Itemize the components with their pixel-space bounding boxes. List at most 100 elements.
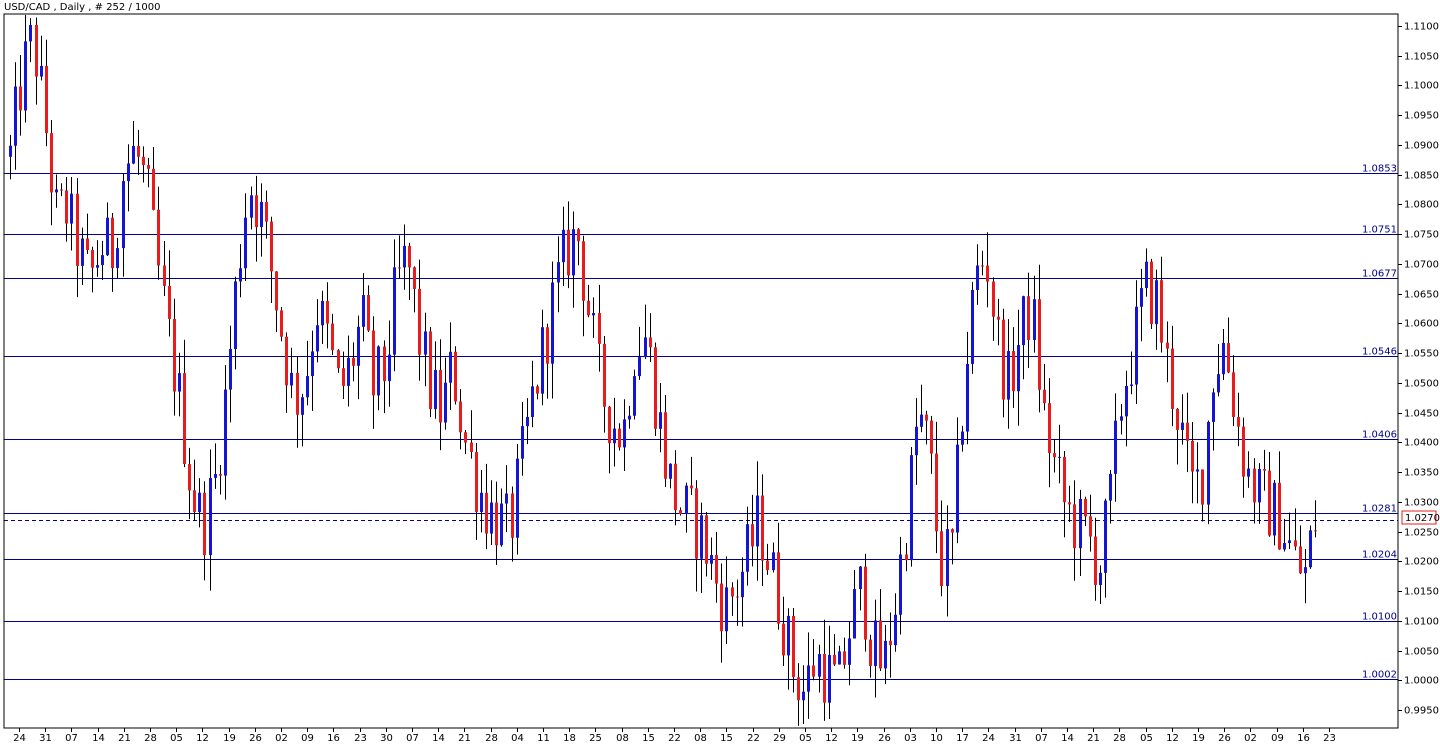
x-tick-label: 21 [118, 733, 131, 744]
candle-bear [731, 587, 734, 597]
x-tick-label: 05 [1140, 733, 1153, 744]
candle-bear [1073, 504, 1076, 549]
y-tick-label: 1.0850 [1404, 171, 1439, 182]
candle-bull [239, 268, 242, 282]
candle-bull [321, 300, 324, 326]
candle-bear [1232, 372, 1235, 417]
candle-bear [577, 229, 580, 242]
candle-bear [715, 555, 718, 584]
candle-bull [1155, 280, 1158, 325]
x-tick-label: 12 [1166, 733, 1179, 744]
x-tick-label: 16 [327, 733, 340, 744]
x-tick-label: 10 [930, 733, 943, 744]
candle-bear [940, 531, 943, 587]
candle-bull [14, 86, 17, 146]
candle-bull [127, 163, 130, 182]
candle-bull [787, 615, 790, 656]
candle-bull [40, 65, 43, 77]
candle-bull [1247, 468, 1250, 477]
candle-bull [290, 372, 293, 386]
y-tick-label: 1.0950 [1404, 111, 1439, 122]
candle-bear [567, 229, 570, 276]
candle-bull [229, 348, 232, 390]
candle-bear [1263, 469, 1266, 471]
candle-bear [337, 350, 340, 369]
candle-bear [766, 560, 769, 571]
candle-bear [608, 406, 611, 444]
candle-bull [81, 238, 84, 266]
candle-bull [1222, 342, 1225, 375]
candle-bull [1207, 421, 1210, 505]
candle-bull [669, 463, 672, 479]
candle-bear [296, 372, 299, 415]
candle-bear [864, 566, 867, 640]
candle-bull [1125, 385, 1128, 417]
x-tick-label: 24 [982, 733, 995, 744]
candle-bear [76, 193, 79, 266]
candle-bull [828, 654, 831, 703]
candle-bear [157, 209, 160, 266]
candle-bull [250, 195, 253, 218]
x-tick-label: 07 [65, 733, 78, 744]
candle-bull [244, 217, 247, 269]
candle-bear [935, 453, 938, 532]
x-tick-label: 03 [904, 733, 917, 744]
x-tick-label: 31 [39, 733, 52, 744]
candle-bull [746, 524, 749, 572]
candle-bear [797, 677, 800, 701]
candle-bull [101, 255, 104, 266]
candle-bear [398, 267, 401, 269]
candle-bull [1181, 422, 1184, 430]
x-tick-label: 12 [196, 733, 209, 744]
candle-bear [372, 330, 375, 396]
candle-bear [495, 502, 498, 546]
candle-bear [1294, 540, 1297, 547]
y-tick-label: 1.1000 [1404, 81, 1439, 92]
candle-bull [557, 262, 560, 283]
candle-bull [1212, 392, 1215, 422]
candle-bull [357, 326, 360, 366]
candle-bear [992, 281, 995, 317]
x-tick-label: 21 [458, 733, 471, 744]
x-tick-label: 24 [13, 733, 26, 744]
candle-bull [55, 189, 58, 193]
candle-bear [603, 343, 606, 407]
y-tick-label: 1.0600 [1404, 319, 1439, 330]
candle-bull [198, 492, 201, 512]
candle-bear [930, 420, 933, 454]
candle-bull [1145, 261, 1148, 289]
candle-bear [869, 639, 872, 666]
x-tick-label: 21 [1087, 733, 1100, 744]
candle-bull [1273, 482, 1276, 536]
candle-bear [782, 623, 785, 656]
candle-bull [633, 376, 636, 416]
candle-bull [301, 397, 304, 415]
candle-bull [347, 357, 350, 386]
y-tick-label: 1.0000 [1404, 676, 1439, 687]
x-tick-label: 15 [642, 733, 655, 744]
candle-bear [1160, 280, 1163, 343]
candle-bear [1237, 416, 1240, 427]
candle-bear [459, 401, 462, 433]
level-label: 1.0677 [1362, 269, 1397, 280]
candle-bear [705, 515, 708, 564]
candle-bull [592, 313, 595, 316]
candle-bull [1099, 572, 1102, 586]
x-tick-label: 29 [773, 733, 786, 744]
level-label: 1.0853 [1362, 164, 1397, 175]
x-tick-label: 14 [1061, 733, 1074, 744]
candle-bull [106, 217, 109, 256]
candle-bull [1304, 567, 1307, 574]
x-tick-label: 02 [275, 733, 288, 744]
candle-bear [147, 165, 150, 169]
candle-bull [490, 502, 493, 534]
candle-bull [971, 289, 974, 364]
y-tick-label: 1.0650 [1404, 290, 1439, 301]
candle-bear [1063, 456, 1066, 503]
candle-bear [986, 265, 989, 282]
candle-bull [818, 654, 821, 677]
level-label: 1.0100 [1362, 612, 1397, 623]
candle-bear [367, 295, 370, 331]
candle-bear [470, 442, 473, 453]
candle-bull [638, 357, 641, 377]
